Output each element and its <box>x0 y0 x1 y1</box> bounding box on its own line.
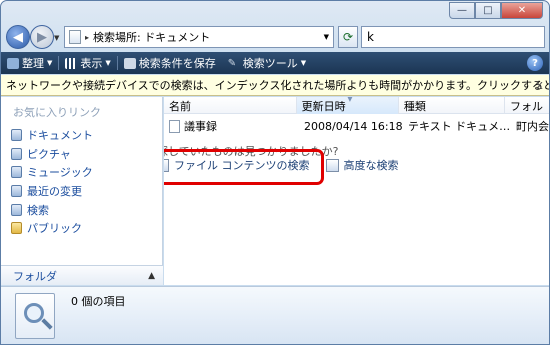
save-icon <box>123 57 136 69</box>
sidebar-item-label: ドキュメント <box>27 129 93 143</box>
sidebar-item-search[interactable]: 検索 <box>11 200 93 219</box>
folders-label: フォルダ <box>13 269 57 283</box>
advanced-search-icon <box>325 158 339 172</box>
file-name: 議事録 <box>184 120 217 133</box>
info-bar[interactable]: ネットワークや接続デバイスでの検索は、インデックス化された場所よりも時間がかかり… <box>1 75 549 96</box>
search-results-icon <box>15 293 55 339</box>
sort-arrow-icon: ▼ <box>347 97 353 103</box>
forward-button[interactable]: ▶ <box>30 25 54 49</box>
sidebar-item-label: ピクチャ <box>27 147 71 161</box>
explorer-window: — □ ✕ ◀ ▶ ▼ ▸ 検索場所: ドキュメント ▼ ⟳ k 整理 ▼ 表示… <box>0 0 550 345</box>
advanced-search-label: 高度な検索 <box>343 159 399 172</box>
dropdown-arrow-icon: ▼ <box>105 59 111 67</box>
info-bar-text: ネットワークや接続デバイスでの検索は、インデックス化された場所よりも時間がかかり… <box>6 79 549 92</box>
views-button[interactable]: 表示 ▼ <box>59 52 116 74</box>
column-modified-label: 更新日時 <box>301 99 346 113</box>
sidebar-item-label: ミュージック <box>27 166 93 180</box>
documents-icon <box>11 129 22 142</box>
close-button[interactable]: ✕ <box>501 2 543 19</box>
save-search-button[interactable]: 検索条件を保存 <box>118 52 222 74</box>
close-icon[interactable]: x <box>536 78 543 92</box>
sidebar-item-recent[interactable]: 最近の変更 <box>11 182 93 201</box>
address-dropdown-icon[interactable]: ▼ <box>324 33 329 41</box>
search-input[interactable]: k <box>361 26 545 48</box>
sidebar-item-label: 検索 <box>27 203 49 217</box>
file-folder: 町内会 <box>516 120 549 133</box>
file-modified: 2008/04/14 16:18 <box>304 119 403 133</box>
address-row: ◀ ▶ ▼ ▸ 検索場所: ドキュメント ▼ ⟳ k <box>1 24 549 50</box>
search-tools-label: 検索ツール <box>242 57 298 70</box>
details-pane: 0 個の項目 <box>1 286 549 344</box>
back-button[interactable]: ◀ <box>6 25 30 49</box>
text-document-icon <box>169 119 180 133</box>
organize-label: 整理 <box>22 57 44 70</box>
organize-button[interactable]: 整理 ▼ <box>1 52 58 74</box>
recent-icon <box>11 185 22 198</box>
file-name-cell: 議事録 <box>164 117 299 135</box>
help-button[interactable]: ? <box>527 55 543 71</box>
refresh-icon: ⟳ <box>342 30 354 44</box>
sidebar-item-documents[interactable]: ドキュメント <box>11 126 93 145</box>
favorite-links-header: お気に入りリンク <box>13 106 101 119</box>
address-path[interactable]: 検索場所: ドキュメント <box>93 29 210 45</box>
caption-buttons: — □ ✕ <box>449 2 543 19</box>
search-folder-icon <box>69 30 81 44</box>
column-name[interactable]: 名前 <box>164 97 297 114</box>
search-tools-button[interactable]: ✎ 検索ツール ▼ <box>222 52 312 74</box>
file-type: テキスト ドキュメ… <box>408 120 511 133</box>
minimize-button[interactable]: — <box>449 2 475 19</box>
sidebar-item-pictures[interactable]: ピクチャ <box>11 145 93 164</box>
organize-icon <box>7 57 19 69</box>
command-bar: 整理 ▼ 表示 ▼ 検索条件を保存 ✎ 検索ツール ▼ ? <box>1 52 549 74</box>
arrow-left-icon: ◀ <box>13 29 23 45</box>
search-icon <box>11 203 22 216</box>
refresh-button[interactable]: ⟳ <box>338 26 358 48</box>
navigation-pane: お気に入りリンク ドキュメント ピクチャ ミュージック 最近の変更 検索 パブリ… <box>1 97 163 285</box>
sidebar-item-public[interactable]: パブリック <box>11 219 93 238</box>
breadcrumb-arrow-icon[interactable]: ▸ <box>85 33 89 42</box>
tools-icon: ✎ <box>227 57 237 69</box>
file-list: 名前 ▼ 更新日時 種類 フォル 議事録 2008/04/14 16:18 テキ… <box>164 97 549 285</box>
folders-toggle[interactable]: フォルダ ▲ <box>1 265 163 285</box>
maximize-button[interactable]: □ <box>475 2 501 19</box>
sidebar-item-music[interactable]: ミュージック <box>11 163 93 182</box>
sidebar-item-label: 最近の変更 <box>27 185 82 199</box>
save-search-label: 検索条件を保存 <box>138 57 216 70</box>
views-label: 表示 <box>80 57 103 70</box>
dropdown-arrow-icon: ▼ <box>300 59 307 67</box>
dropdown-arrow-icon: ▼ <box>47 59 53 67</box>
favorite-links: ドキュメント ピクチャ ミュージック 最近の変更 検索 パブリック <box>11 126 93 238</box>
pictures-icon <box>11 147 22 160</box>
red-highlight-box <box>164 149 324 185</box>
music-icon <box>11 166 22 179</box>
sidebar-item-label: パブリック <box>27 222 82 236</box>
folder-icon <box>11 222 22 235</box>
views-icon <box>65 57 78 69</box>
column-headers: 名前 ▼ 更新日時 種類 フォル <box>164 97 549 114</box>
column-folder[interactable]: フォル <box>505 97 549 114</box>
column-type[interactable]: 種類 <box>399 97 505 114</box>
column-modified[interactable]: ▼ 更新日時 <box>296 97 399 114</box>
item-count: 0 個の項目 <box>71 295 126 308</box>
chevron-up-icon: ▲ <box>148 270 155 281</box>
table-row[interactable]: 議事録 2008/04/14 16:18 テキスト ドキュメ… 町内会 <box>164 117 549 135</box>
advanced-search-link[interactable]: 高度な検索 <box>325 157 399 173</box>
recent-pages-dropdown[interactable]: ▼ <box>54 34 59 42</box>
address-bar[interactable]: ▸ 検索場所: ドキュメント ▼ <box>64 26 334 48</box>
arrow-right-icon: ▶ <box>37 29 47 45</box>
